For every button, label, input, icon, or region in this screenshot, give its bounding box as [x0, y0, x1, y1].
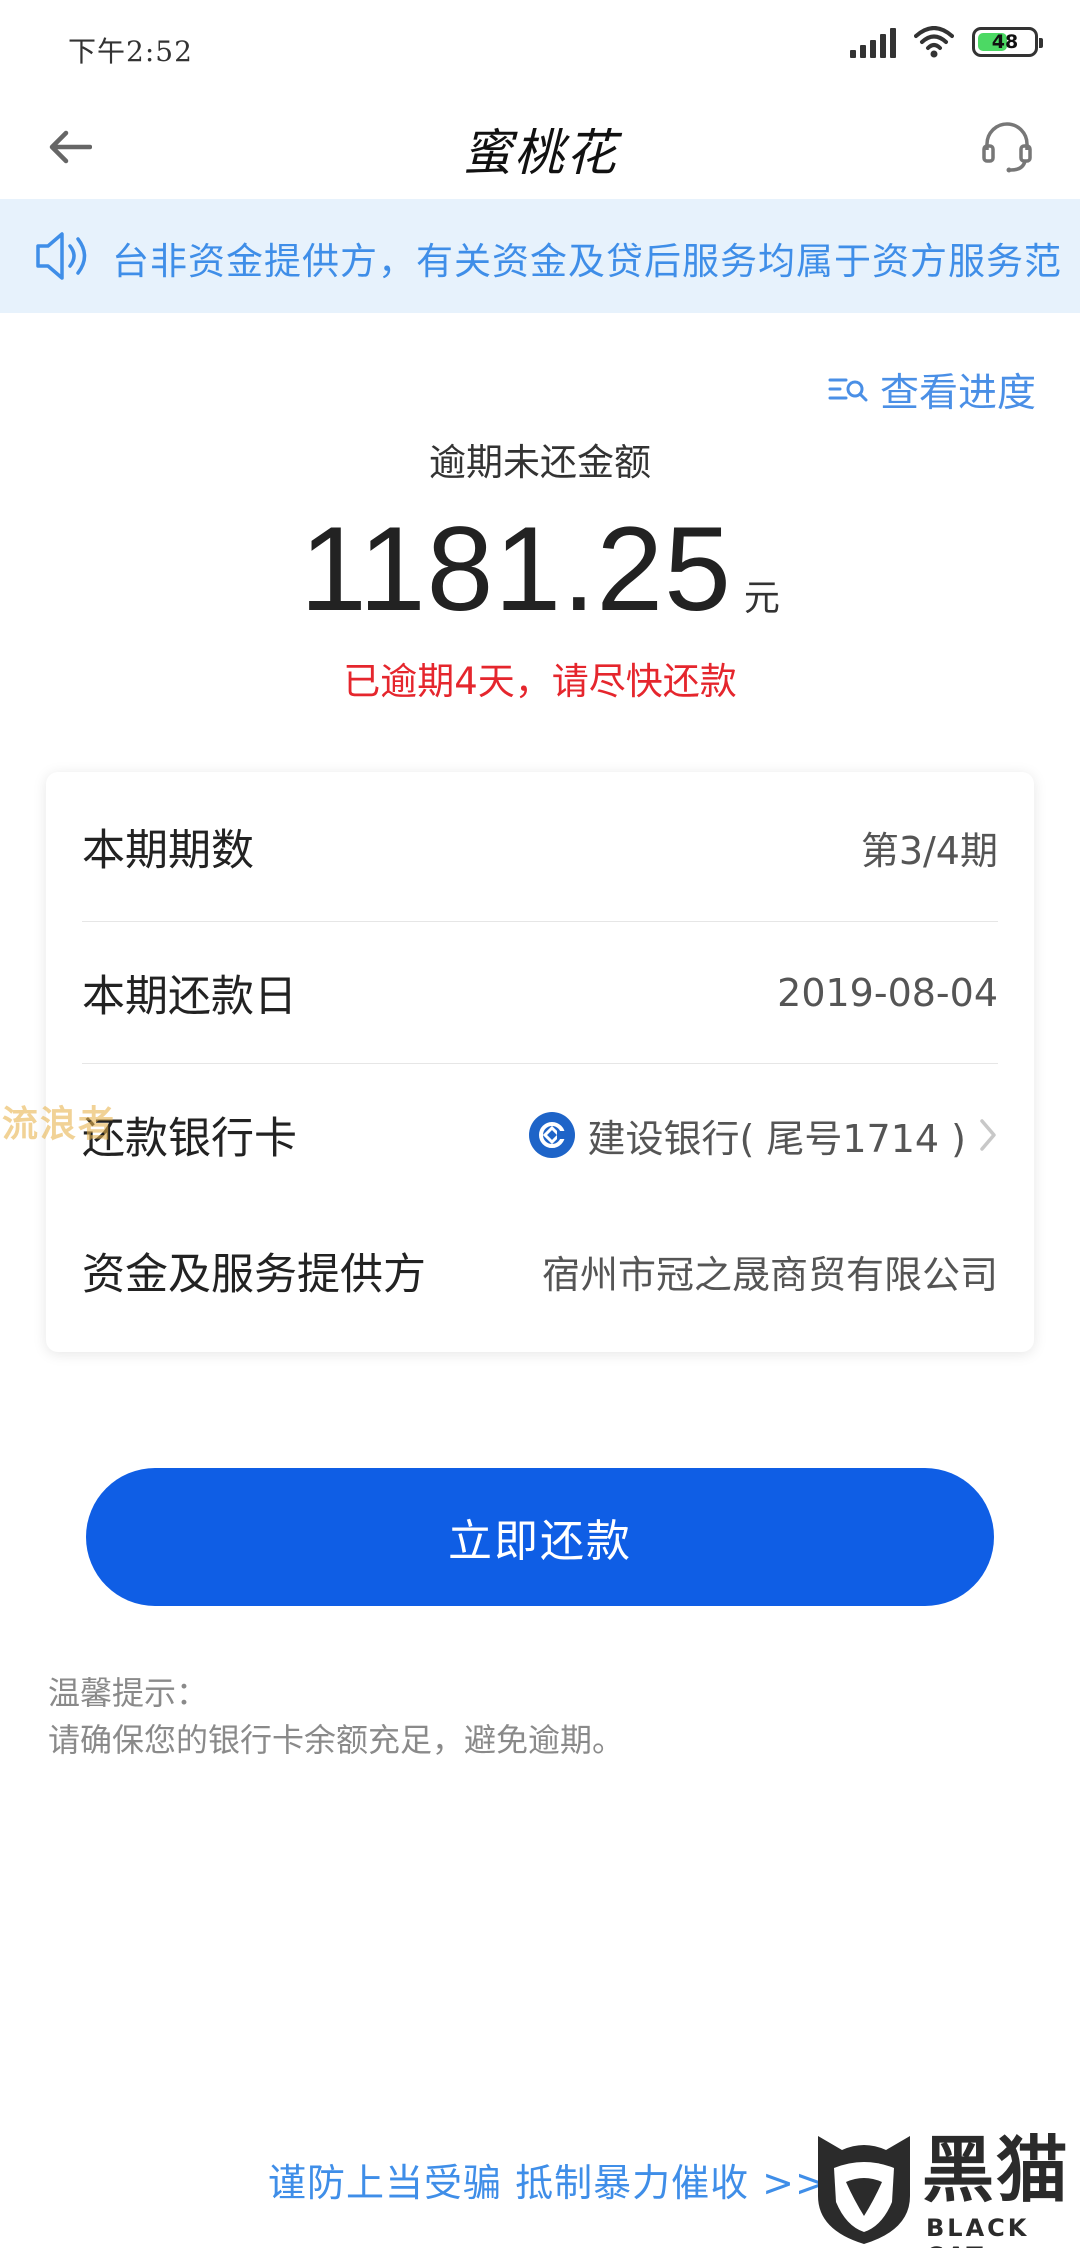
- overdue-warning: 已逾期4天，请尽快还款: [343, 660, 737, 703]
- battery-level: 48: [991, 31, 1019, 53]
- search-list-icon: [828, 378, 868, 402]
- blackcat-logo: 黑猫 BLACK CAT: [808, 2128, 1080, 2248]
- customer-service-button[interactable]: [974, 113, 1040, 179]
- due-date-value: 2019-08-04: [777, 971, 998, 1015]
- wifi-icon: [914, 26, 954, 58]
- anti-fraud-link[interactable]: 谨防上当受骗 抵制暴力催收 >>: [268, 2152, 828, 2207]
- loan-info-card: 本期期数 第3/4期 本期还款日 2019-08-04 还款银行卡 建设银行( …: [46, 772, 1034, 1352]
- bank-logo-icon: [529, 1112, 576, 1158]
- bank-card-value-group: 建设银行( 尾号1714 ): [529, 1108, 998, 1163]
- speaker-icon: [34, 228, 96, 288]
- amount-value: 1181.25: [300, 502, 732, 636]
- view-progress-link[interactable]: 查看进度: [828, 362, 1036, 418]
- blackcat-cn-text: 黑猫: [922, 2128, 1071, 2212]
- notice-banner: 台非资金提供方，有关资金及贷后服务均属于资方服务范: [0, 199, 1080, 313]
- headset-icon: [982, 122, 1032, 173]
- blackcat-en-text: BLACK CAT: [926, 2214, 1030, 2248]
- bank-card-value: 建设银行( 尾号1714 ): [587, 1116, 966, 1161]
- installment-label: 本期期数: [82, 826, 254, 876]
- battery-icon: 48: [972, 27, 1043, 57]
- provider-label: 资金及服务提供方: [82, 1250, 426, 1300]
- status-bar: 下午2:52 48: [0, 0, 1080, 95]
- provider-row: 资金及服务提供方 宿州市冠之晟商贸有限公司: [82, 1206, 998, 1336]
- cat-shield-icon: [818, 2136, 910, 2244]
- repay-now-label: 立即还款: [448, 1516, 632, 1567]
- notice-text: 台非资金提供方，有关资金及贷后服务均属于资方服务范: [112, 240, 1062, 283]
- due-date-row: 本期还款日 2019-08-04: [82, 922, 998, 1064]
- status-indicators: 48: [850, 26, 1043, 58]
- chevron-right-icon: [978, 1117, 998, 1153]
- provider-value: 宿州市冠之晟商贸有限公司: [541, 1252, 998, 1297]
- loan-detail-page: 下午2:52 48 蜜桃花 台非资金提供方，有关资金及贷后服务均属于资方服务范 …: [0, 0, 1080, 2248]
- amount-unit: 元: [743, 578, 780, 619]
- overdue-amount: 1181.25 元: [0, 500, 1080, 638]
- tips-title: 温馨提示：: [48, 1674, 209, 1712]
- bank-card-row[interactable]: 还款银行卡 建设银行( 尾号1714 ): [82, 1064, 998, 1206]
- view-progress-label: 查看进度: [879, 371, 1036, 416]
- installment-row: 本期期数 第3/4期: [82, 772, 998, 922]
- watermark-text: 流浪者: [2, 1104, 117, 1145]
- installment-value: 第3/4期: [860, 828, 998, 873]
- signal-icon: [850, 26, 896, 58]
- nav-bar: 蜜桃花: [0, 95, 1080, 199]
- page-title: 蜜桃花: [462, 124, 618, 182]
- overdue-amount-label: 逾期未还金额: [429, 441, 651, 484]
- status-time: 下午2:52: [68, 35, 193, 68]
- repay-now-button[interactable]: 立即还款: [86, 1468, 994, 1606]
- tips-body: 请确保您的银行卡余额充足，避免逾期。: [48, 1721, 625, 1759]
- due-date-label: 本期还款日: [82, 972, 297, 1022]
